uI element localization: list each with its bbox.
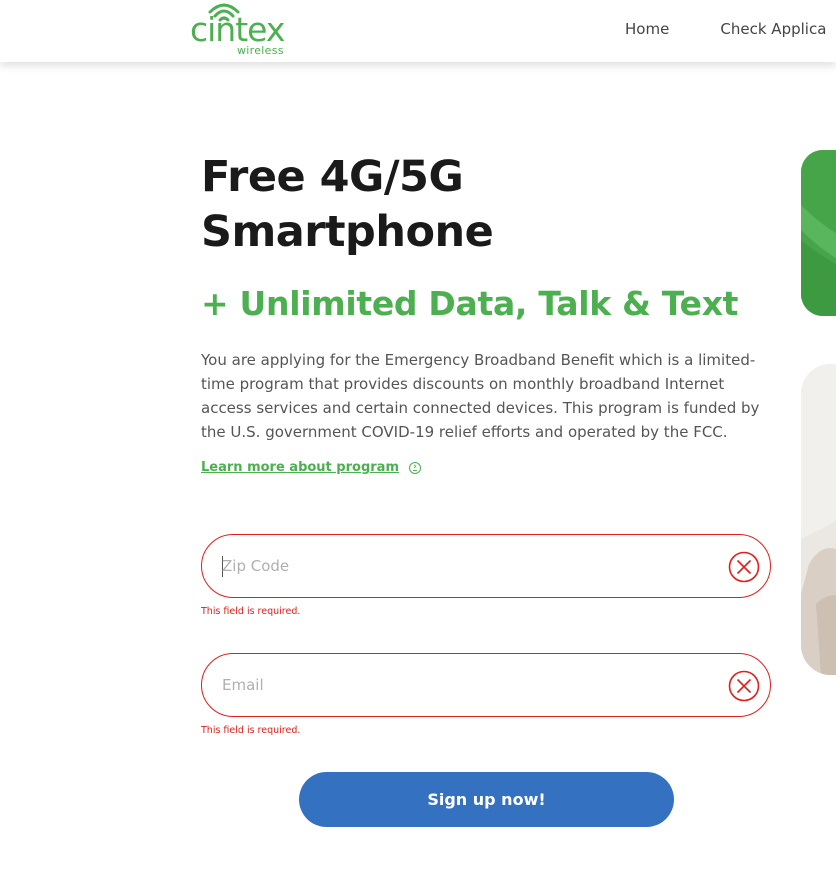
site-header: cintex wireless Home Check Applica	[0, 0, 836, 62]
nav-check-application[interactable]: Check Applica	[720, 20, 826, 38]
title-line-2: Smartphone	[201, 207, 494, 257]
error-x-icon	[728, 670, 760, 702]
learn-more-link[interactable]: Learn more about program ›	[201, 460, 773, 475]
zip-code-field[interactable]	[201, 534, 771, 598]
arrow-circle-icon: ›	[408, 461, 421, 474]
zip-code-input[interactable]	[222, 535, 712, 597]
promo-photo-card	[801, 364, 836, 675]
email-error-message: This field is required.	[201, 725, 301, 736]
error-x-icon	[728, 551, 760, 583]
page-title: Free 4G/5G Smartphone	[201, 150, 773, 260]
card-wave-graphic	[801, 150, 836, 316]
email-input[interactable]	[222, 654, 712, 716]
program-description: You are applying for the Emergency Broad…	[201, 351, 760, 441]
hero-subtitle: + Unlimited Data, Talk & Text	[201, 284, 739, 323]
cintex-logo[interactable]: cintex wireless	[190, 0, 300, 60]
sign-up-button[interactable]: Sign up now!	[299, 772, 674, 827]
nav-home[interactable]: Home	[625, 20, 669, 38]
hero-section: Free 4G/5G Smartphone + Unlimited Data, …	[201, 150, 773, 475]
zip-error-message: This field is required.	[201, 606, 301, 617]
email-field[interactable]	[201, 653, 771, 717]
learn-more-label: Learn more about program	[201, 460, 399, 475]
logo-brand-text: cintex	[190, 10, 285, 49]
logo-sub-text: wireless	[237, 44, 284, 57]
promo-card-green	[801, 150, 836, 316]
main-nav: Home Check Applica	[625, 19, 836, 38]
title-line-1: Free 4G/5G	[201, 152, 464, 202]
person-photo	[801, 364, 836, 675]
